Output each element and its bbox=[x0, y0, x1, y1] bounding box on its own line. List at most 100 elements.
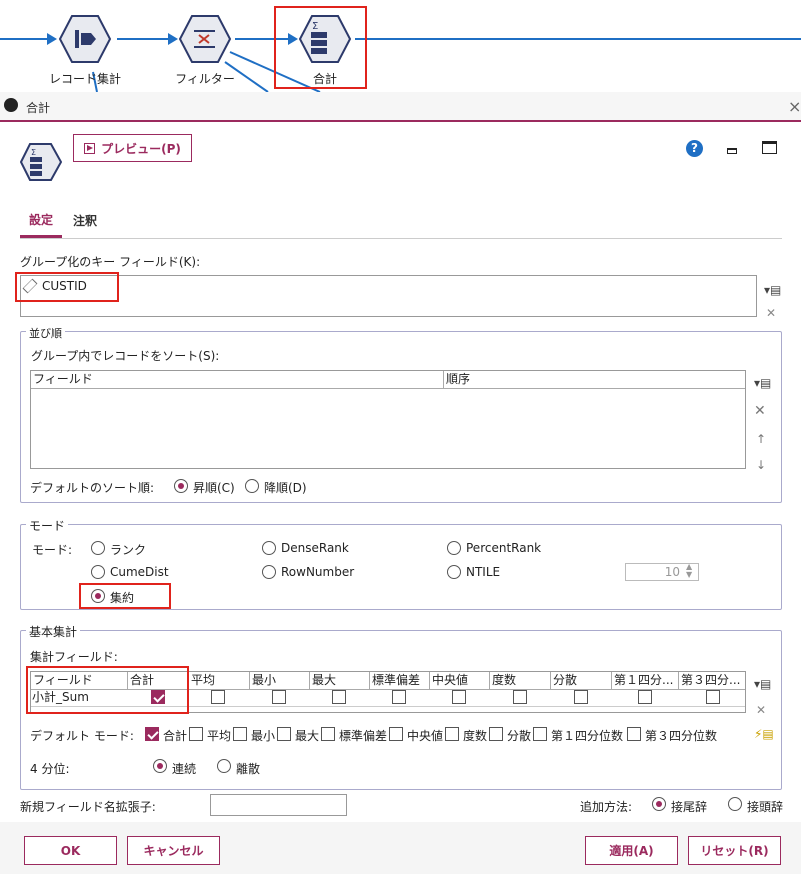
append-prefix-label: 接頭辞 bbox=[747, 800, 784, 814]
agg-remove-icon[interactable]: ✕ bbox=[756, 703, 766, 717]
minimize-icon[interactable] bbox=[727, 148, 737, 154]
suffix-label: 新規フィールド名拡張子: bbox=[20, 800, 156, 814]
preview-button[interactable]: プレビュー(P) bbox=[73, 134, 192, 162]
agg-col-variance: 分散 bbox=[551, 672, 612, 689]
agg-field-picker-icon[interactable]: ▾▤ bbox=[754, 677, 771, 691]
agg-row-variance-checkbox[interactable] bbox=[574, 690, 588, 704]
default-stddev-label: 標準偏差 bbox=[339, 729, 388, 743]
field-picker-icon[interactable]: ▾▤ bbox=[764, 283, 781, 297]
tab-annotations[interactable]: 注釈 bbox=[73, 212, 97, 229]
quartile-discrete-label: 離散 bbox=[236, 762, 261, 776]
default-count-checkbox[interactable] bbox=[445, 727, 459, 741]
dialog-footer bbox=[0, 822, 801, 874]
svg-text:Σ: Σ bbox=[31, 148, 36, 157]
default-variance-checkbox[interactable] bbox=[489, 727, 503, 741]
default-q3-checkbox[interactable] bbox=[627, 727, 641, 741]
sort-table[interactable]: フィールド 順序 bbox=[30, 370, 746, 469]
key-fields-label: グループ化のキー フィールド(K): bbox=[20, 255, 201, 269]
default-variance-label: 分散 bbox=[507, 729, 532, 743]
default-sort-label: デフォルトのソート順: bbox=[30, 481, 155, 495]
help-icon[interactable]: ? bbox=[686, 140, 703, 157]
node-label-filter: フィルター bbox=[175, 72, 235, 86]
default-min-checkbox[interactable] bbox=[233, 727, 247, 741]
move-up-icon[interactable]: ↑ bbox=[756, 432, 766, 446]
summary-node-highlight bbox=[274, 6, 367, 89]
tab-divider bbox=[20, 238, 782, 239]
mode-cumedist-label: CumeDist bbox=[110, 565, 169, 579]
mode-percentrank-radio[interactable] bbox=[447, 541, 461, 555]
agg-col-q3: 第３四分... bbox=[681, 673, 741, 687]
default-max-label: 最大 bbox=[295, 729, 320, 743]
sort-asc-radio[interactable] bbox=[174, 479, 188, 493]
sort-col-order: 順序 bbox=[446, 372, 471, 386]
default-median-checkbox[interactable] bbox=[389, 727, 403, 741]
play-icon bbox=[84, 142, 96, 154]
apply-button[interactable]: 適用(A) bbox=[585, 836, 678, 865]
agg-row-q3-checkbox[interactable] bbox=[706, 690, 720, 704]
default-mode-label: デフォルト モード: bbox=[30, 729, 134, 743]
filter-node[interactable] bbox=[178, 14, 232, 67]
record-aggregate-node[interactable] bbox=[58, 14, 112, 67]
key-fields-list[interactable] bbox=[20, 275, 757, 317]
mode-rownumber-radio[interactable] bbox=[262, 565, 276, 579]
mode-ntile-radio[interactable] bbox=[447, 565, 461, 579]
node-label-record-aggregate: レコード集計 bbox=[48, 72, 121, 86]
default-sum-label: 合計 bbox=[163, 729, 188, 743]
sort-desc-radio[interactable] bbox=[245, 479, 259, 493]
sort-table-header-line bbox=[31, 388, 745, 389]
default-q1-checkbox[interactable] bbox=[533, 727, 547, 741]
remove-field-icon[interactable]: ✕ bbox=[766, 306, 776, 320]
reset-button[interactable]: リセット(R) bbox=[688, 836, 781, 865]
maximize-icon[interactable] bbox=[762, 141, 777, 154]
agg-col-stddev: 標準偏差 bbox=[370, 672, 430, 689]
close-icon[interactable]: × bbox=[788, 97, 801, 116]
dialog-title: 合計 bbox=[26, 101, 51, 115]
preview-label: プレビュー(P) bbox=[101, 141, 181, 156]
mode-denserank-radio[interactable] bbox=[262, 541, 276, 555]
sort-remove-icon[interactable]: ✕ bbox=[754, 403, 766, 419]
agg-row-min-checkbox[interactable] bbox=[272, 690, 286, 704]
default-mean-checkbox[interactable] bbox=[189, 727, 203, 741]
sort-group-label: 並び順 bbox=[26, 325, 65, 341]
quartile-discrete-radio[interactable] bbox=[217, 759, 231, 773]
ok-button[interactable]: OK bbox=[24, 836, 117, 865]
agg-col-q1: 第１四分... bbox=[612, 672, 679, 689]
stream-canvas: レコード集計 フィルター Σ 合計 bbox=[0, 0, 801, 92]
agg-row-median-checkbox[interactable] bbox=[452, 690, 466, 704]
mode-cumedist-radio[interactable] bbox=[91, 565, 105, 579]
stepper-arrows-icon[interactable]: ▲ ▼ bbox=[686, 563, 692, 579]
mode-rank-radio[interactable] bbox=[91, 541, 105, 555]
apply-default-icon[interactable]: ⚡▤ bbox=[754, 727, 774, 741]
agg-col-count: 度数 bbox=[490, 672, 551, 689]
summary-dialog-icon: Σ bbox=[19, 143, 63, 184]
default-count-label: 度数 bbox=[463, 729, 488, 743]
append-suffix-radio[interactable] bbox=[652, 797, 666, 811]
default-q3-label: 第３四分位数 bbox=[645, 729, 718, 743]
agg-row-max-checkbox[interactable] bbox=[332, 690, 346, 704]
move-down-icon[interactable]: ↓ bbox=[756, 458, 766, 472]
agg-row-q1-checkbox[interactable] bbox=[638, 690, 652, 704]
agg-col-median: 中央値 bbox=[430, 672, 490, 689]
agg-field-highlight bbox=[26, 666, 189, 714]
agg-col-mean: 平均 bbox=[189, 672, 250, 689]
sort-field-picker-icon[interactable]: ▾▤ bbox=[754, 376, 771, 390]
default-sum-checkbox[interactable] bbox=[145, 727, 159, 741]
quartile-continuous-radio[interactable] bbox=[153, 759, 167, 773]
append-prefix-radio[interactable] bbox=[728, 797, 742, 811]
quartile-label: 4 分位: bbox=[30, 762, 70, 776]
agg-row-stddev-checkbox[interactable] bbox=[392, 690, 406, 704]
agg-fields-label: 集計フィールド: bbox=[30, 650, 118, 664]
agg-row-count-checkbox[interactable] bbox=[513, 690, 527, 704]
mode-denserank-label: DenseRank bbox=[281, 541, 349, 555]
default-stddev-checkbox[interactable] bbox=[321, 727, 335, 741]
tab-settings[interactable]: 設定 bbox=[29, 211, 53, 228]
suffix-input[interactable] bbox=[210, 794, 347, 816]
sort-asc-label: 昇順(C) bbox=[193, 481, 235, 495]
default-q1-label: 第１四分位数 bbox=[551, 729, 624, 743]
agg-row-mean-checkbox[interactable] bbox=[211, 690, 225, 704]
mode-rank-label: ランク bbox=[110, 543, 147, 557]
filter-icon bbox=[178, 15, 232, 63]
cancel-button[interactable]: キャンセル bbox=[127, 836, 220, 865]
default-max-checkbox[interactable] bbox=[277, 727, 291, 741]
mode-percentrank-label: PercentRank bbox=[466, 541, 542, 555]
